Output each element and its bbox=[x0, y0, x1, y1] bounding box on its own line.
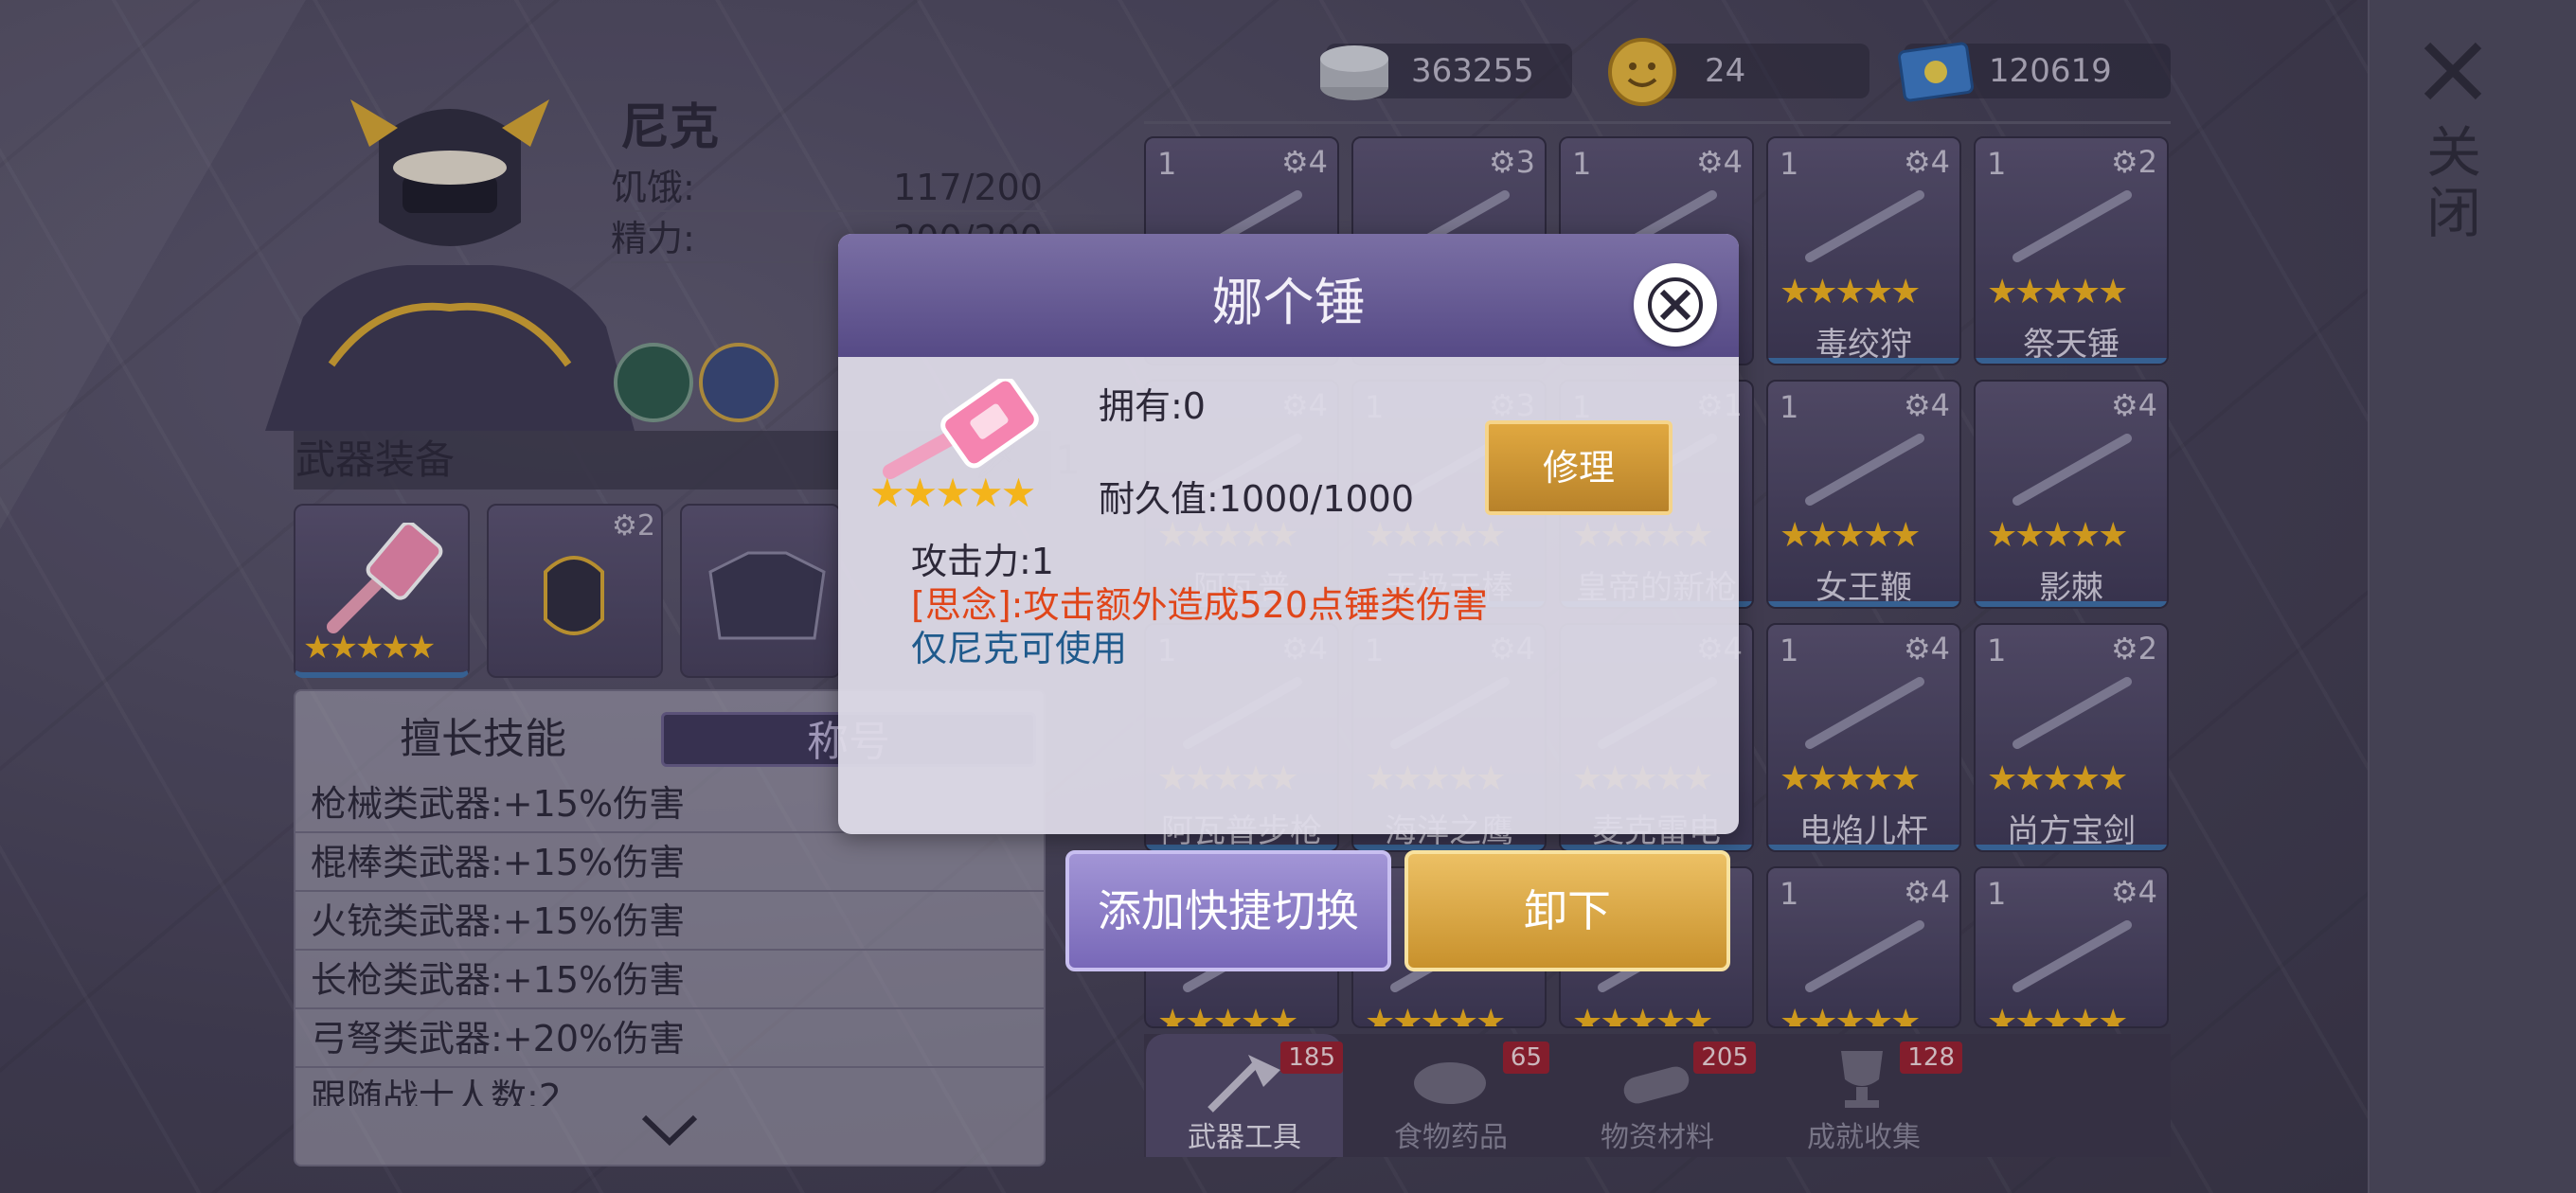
item-owned: 拥有:0 bbox=[1099, 385, 1206, 427]
add-quick-switch-button[interactable]: 添加快捷切换 bbox=[1065, 850, 1391, 971]
item-hammer-icon bbox=[883, 379, 1039, 479]
item-durability: 耐久值:1000/1000 bbox=[1099, 478, 1415, 520]
unequip-button[interactable]: 卸下 bbox=[1404, 850, 1730, 971]
close-icon bbox=[1648, 277, 1703, 332]
repair-button[interactable]: 修理 bbox=[1485, 420, 1673, 515]
item-stars: ★★★★★ bbox=[869, 470, 1036, 516]
dialog-close-button[interactable] bbox=[1634, 263, 1717, 347]
item-restriction: 仅尼克可使用 bbox=[911, 628, 1128, 669]
dialog-title: 娜个锤 bbox=[1211, 273, 1366, 332]
